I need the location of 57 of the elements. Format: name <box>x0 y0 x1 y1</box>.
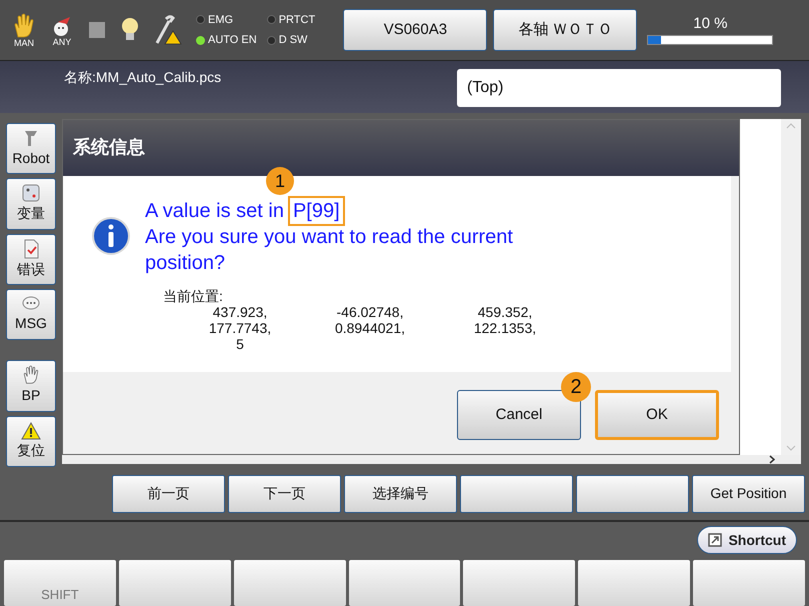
position-value: 122.1353, <box>472 320 538 336</box>
info-icon <box>91 216 131 256</box>
soft-key[interactable] <box>578 560 690 606</box>
dice-icon <box>21 183 41 204</box>
scroll-down-icon[interactable] <box>786 444 796 451</box>
soft-key[interactable] <box>118 560 231 606</box>
header-button[interactable]: 各轴 ＷＯＴＯ <box>493 9 638 52</box>
shortcut-button[interactable]: Shortcut <box>697 526 797 554</box>
mode-label: MAN <box>14 38 34 48</box>
wrench-warning-icon <box>154 15 182 46</box>
robot-arm-icon <box>22 128 40 148</box>
soft-key[interactable] <box>234 560 346 606</box>
function-key[interactable]: 下一页 <box>228 474 341 513</box>
function-key[interactable]: Get Position <box>692 474 805 513</box>
function-key[interactable] <box>460 474 573 513</box>
position-value: 437.923, <box>212 304 268 320</box>
sidebar-button[interactable]: MSG <box>6 288 56 340</box>
position-value: 5 <box>235 336 245 352</box>
function-key[interactable]: 前一页 <box>112 474 225 513</box>
header-button[interactable]: VS060A3 <box>343 9 488 52</box>
position-value: 459.352, <box>476 304 534 320</box>
hand-icon <box>12 12 36 39</box>
document-check-icon <box>22 238 40 259</box>
position-field[interactable]: (Top) <box>457 69 781 108</box>
highlighted-reference: P[99] <box>290 198 343 224</box>
status-label: D SW <box>278 33 308 48</box>
function-key[interactable] <box>576 474 689 513</box>
vertical-scrollbar[interactable] <box>781 118 801 455</box>
dialog-title: 系统信息 <box>73 136 145 160</box>
scroll-right-icon[interactable] <box>769 454 775 464</box>
soft-key[interactable] <box>463 560 576 606</box>
file-name: 名称:MM_Auto_Calib.pcs <box>64 68 222 88</box>
step-badge: 2 <box>561 372 591 402</box>
position-value: -46.02748, <box>336 304 404 320</box>
status-label: AUTO EN <box>208 33 257 48</box>
question-text: Are you sure you want to read the current position? <box>145 224 514 276</box>
mode-label: ANY <box>52 38 72 47</box>
function-key[interactable]: 选择编号 <box>344 474 457 513</box>
warning-icon <box>21 422 41 440</box>
sidebar-button[interactable]: 变量 <box>6 178 56 230</box>
position-label: 当前位置: <box>163 288 224 304</box>
speed-reading: 10 % <box>693 16 728 31</box>
status-label: PRTCT <box>278 12 316 28</box>
soft-key[interactable] <box>693 560 806 606</box>
sidebar-button[interactable]: Robot <box>6 122 56 174</box>
sidebar-button[interactable]: 错误 <box>6 234 56 285</box>
dialog-button[interactable]: OK <box>595 390 719 440</box>
sidebar-button[interactable]: 复位 <box>6 416 56 467</box>
scroll-up-icon[interactable] <box>786 122 796 129</box>
stop-icon <box>88 21 106 40</box>
sidebar-button[interactable]: BP <box>6 360 56 412</box>
status-label: EMG <box>208 12 234 28</box>
hand-icon <box>22 365 40 386</box>
message-text: A value is set in <box>145 198 284 224</box>
position-value: 177.7743, <box>208 320 272 336</box>
soft-key[interactable] <box>348 560 460 606</box>
position-value: 0.8944021, <box>334 320 406 336</box>
